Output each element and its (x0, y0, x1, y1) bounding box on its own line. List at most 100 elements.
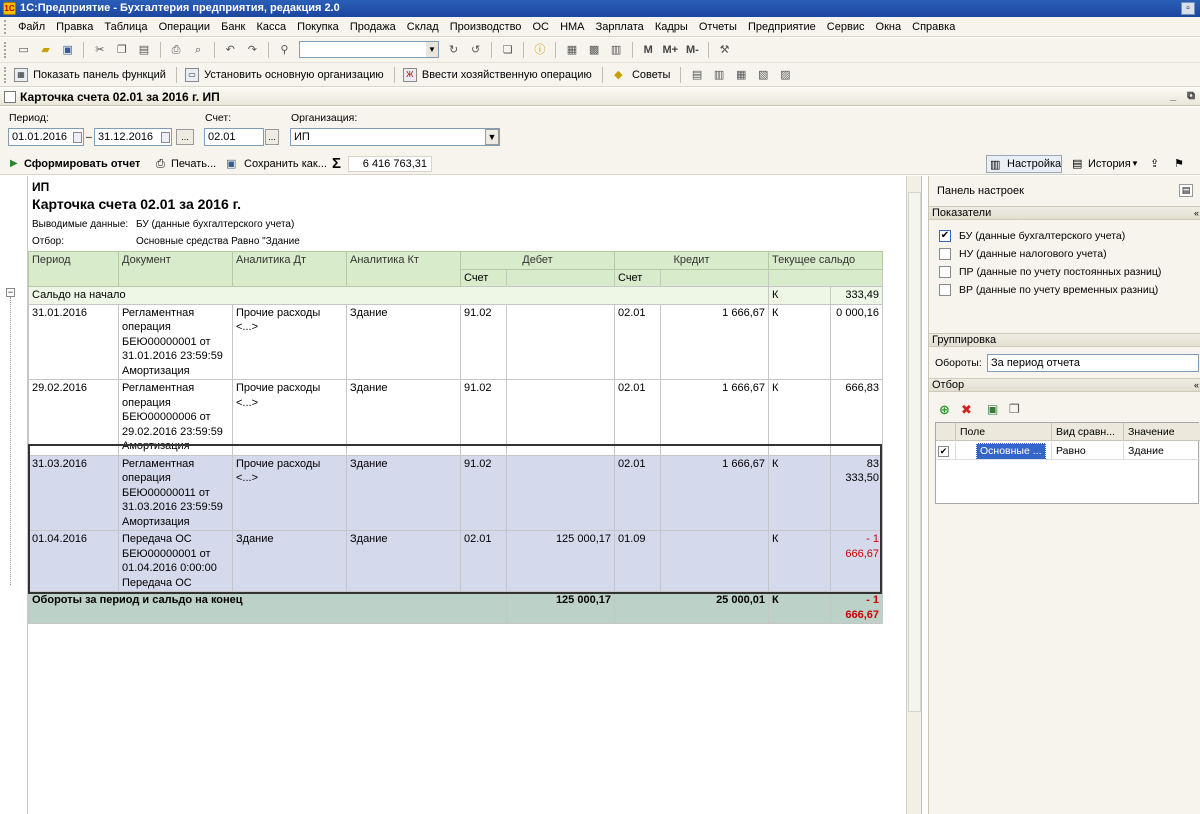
window-close-button[interactable]: ▫ (1181, 2, 1195, 15)
sum-icon[interactable]: Σ (332, 153, 341, 175)
collapse-arrows-icon[interactable]: « (1194, 379, 1199, 391)
menu-salary[interactable]: Зарплата (592, 17, 648, 37)
collapse-arrows-icon[interactable]: « (1194, 207, 1199, 219)
header-analytics-dt[interactable]: Аналитика Дт (232, 251, 347, 287)
account-select-button[interactable]: ... (265, 129, 279, 145)
menu-operations[interactable]: Операции (155, 17, 214, 37)
memory-minus-icon[interactable]: M- (684, 42, 701, 58)
account-input[interactable]: 02.01 (204, 128, 264, 146)
menu-file[interactable]: Файл (14, 17, 49, 37)
save-icon[interactable]: ▣ (59, 42, 76, 58)
menu-intangibles[interactable]: НМА (556, 17, 588, 37)
filter-section-header[interactable]: Отбор « (929, 378, 1200, 392)
print-preview-icon[interactable]: ⌕ (190, 42, 207, 58)
table-row[interactable]: 01.04.2016 Передача ОС БЕЮ00000001 от 01… (28, 530, 883, 592)
printer-icon[interactable]: ⎙ (156, 153, 165, 175)
panel-menu-icon[interactable]: ▤ (1179, 184, 1193, 197)
pin-icon[interactable]: ⚑ (1174, 153, 1184, 175)
chevron-down-icon[interactable]: ▼ (426, 42, 438, 57)
checkbox-nu[interactable] (939, 248, 951, 260)
menu-cash[interactable]: Касса (252, 17, 290, 37)
vertical-scrollbar[interactable] (906, 176, 921, 814)
generate-report-button[interactable]: Сформировать отчет (24, 153, 140, 175)
header-analytics-kt[interactable]: Аналитика Кт (346, 251, 461, 287)
search-icon[interactable]: ⚲ (276, 42, 293, 58)
osv-report-icon[interactable]: ▥ (711, 67, 728, 83)
tips-icon[interactable]: ◆ (610, 67, 627, 83)
open-folder-icon[interactable]: ▰ (37, 42, 54, 58)
menu-windows[interactable]: Окна (872, 17, 906, 37)
header-credit-account[interactable]: Счет (614, 268, 661, 287)
memory-plus-icon[interactable]: M+ (662, 42, 679, 58)
set-organization-button[interactable]: Установить основную организацию (203, 63, 388, 87)
filter-row-value[interactable]: Здание (1124, 442, 1200, 460)
menu-hr[interactable]: Кадры (651, 17, 692, 37)
menu-fixed-assets[interactable]: ОС (529, 17, 554, 37)
function-panel-icon[interactable]: ▦ (14, 68, 29, 82)
undo-icon[interactable]: ↶ (222, 42, 239, 58)
settings-button[interactable]: ▥ Настройка (986, 155, 1062, 173)
filter-header-value[interactable]: Значение (1124, 423, 1200, 441)
opening-balance-row[interactable]: Сальдо на начало К 333,49 (28, 286, 883, 305)
calendar-icon[interactable] (161, 132, 170, 143)
operation-icon[interactable]: Ж (402, 68, 417, 82)
delete-icon[interactable]: ✖ (961, 402, 972, 418)
minimize-button[interactable]: _ (1166, 90, 1180, 103)
tips-button[interactable]: Советы (631, 63, 674, 87)
header-period[interactable]: Период (28, 251, 119, 287)
table-icon[interactable]: ▥ (608, 42, 625, 58)
chevron-down-icon[interactable]: ▼ (485, 129, 499, 145)
header-debit[interactable]: Дебет (460, 251, 615, 270)
turnover-input[interactable]: За период отчета (987, 354, 1199, 372)
collapse-icon[interactable]: − (6, 288, 15, 297)
organization-input[interactable]: ИП (290, 128, 500, 146)
table-row[interactable]: 31.01.2016 Регламентная операция БЕЮ0000… (28, 303, 883, 380)
maximize-button[interactable]: ⧉ (1184, 90, 1198, 103)
play-icon[interactable]: ▶ (10, 153, 18, 175)
search-prev-icon[interactable]: ↺ (467, 42, 484, 58)
menu-purchase[interactable]: Покупка (293, 17, 343, 37)
menu-edit[interactable]: Правка (52, 17, 97, 37)
organization-icon[interactable]: ▭ (185, 68, 200, 82)
scrollbar-thumb[interactable] (908, 192, 921, 712)
history-button[interactable]: История (1088, 153, 1131, 175)
redo-icon[interactable]: ↷ (244, 42, 261, 58)
checkbox-vr[interactable] (939, 284, 951, 296)
menu-help[interactable]: Справка (908, 17, 959, 37)
report-sheet[interactable]: − ИП Карточка счета 02.01 за 2016 г. Выв… (0, 176, 922, 814)
checkbox-bu[interactable]: ✔ (939, 230, 951, 242)
history-icon[interactable]: ▤ (1072, 153, 1082, 175)
memory-m-icon[interactable]: M (640, 42, 657, 58)
search-next-icon[interactable]: ↻ (445, 42, 462, 58)
report-icon[interactable]: ▤ (689, 67, 706, 83)
chevron-down-icon[interactable]: ▼ (1131, 153, 1139, 175)
info-icon[interactable]: ⓘ (531, 42, 548, 58)
new-document-icon[interactable]: ▭ (15, 42, 32, 58)
print-icon[interactable]: ⎙ (168, 42, 185, 58)
menu-warehouse[interactable]: Склад (403, 17, 443, 37)
search-input[interactable]: ▼ (299, 41, 439, 58)
calendar-icon[interactable] (73, 132, 82, 143)
calculator-icon[interactable]: ▦ (564, 42, 581, 58)
copy-icon[interactable]: ❐ (113, 42, 130, 58)
header-debit-account[interactable]: Счет (460, 268, 507, 287)
add-icon[interactable]: ⊕ (939, 402, 950, 418)
filter-row-checkbox[interactable]: ✔ (936, 442, 956, 460)
menu-bank[interactable]: Банк (217, 17, 249, 37)
menu-table[interactable]: Таблица (100, 17, 151, 37)
table-row[interactable]: 29.02.2016 Регламентная операция БЕЮ0000… (28, 379, 883, 456)
filter-row-field[interactable]: Основные ... (956, 442, 1052, 460)
menu-reports[interactable]: Отчеты (695, 17, 741, 37)
save-as-button[interactable]: Сохранить как... (244, 153, 327, 175)
check-icon[interactable]: ✔ (938, 445, 949, 457)
row-document[interactable]: Передача ОС БЕЮ00000001 от 01.04.2016 0:… (118, 530, 233, 592)
enter-operation-button[interactable]: Ввести хозяйственную операцию (421, 63, 596, 87)
card-report-icon[interactable]: ▧ (755, 67, 772, 83)
menu-service[interactable]: Сервис (823, 17, 869, 37)
paste-icon[interactable]: ▤ (135, 42, 152, 58)
calendar-icon[interactable]: ▩ (586, 42, 603, 58)
filter-header-field[interactable]: Поле (956, 423, 1052, 441)
print-button[interactable]: Печать... (171, 153, 216, 175)
row-document[interactable]: Регламентная операция БЕЮ00000006 от 29.… (118, 379, 233, 456)
table-row[interactable]: 31.03.2016 Регламентная операция БЕЮ0000… (28, 454, 883, 531)
